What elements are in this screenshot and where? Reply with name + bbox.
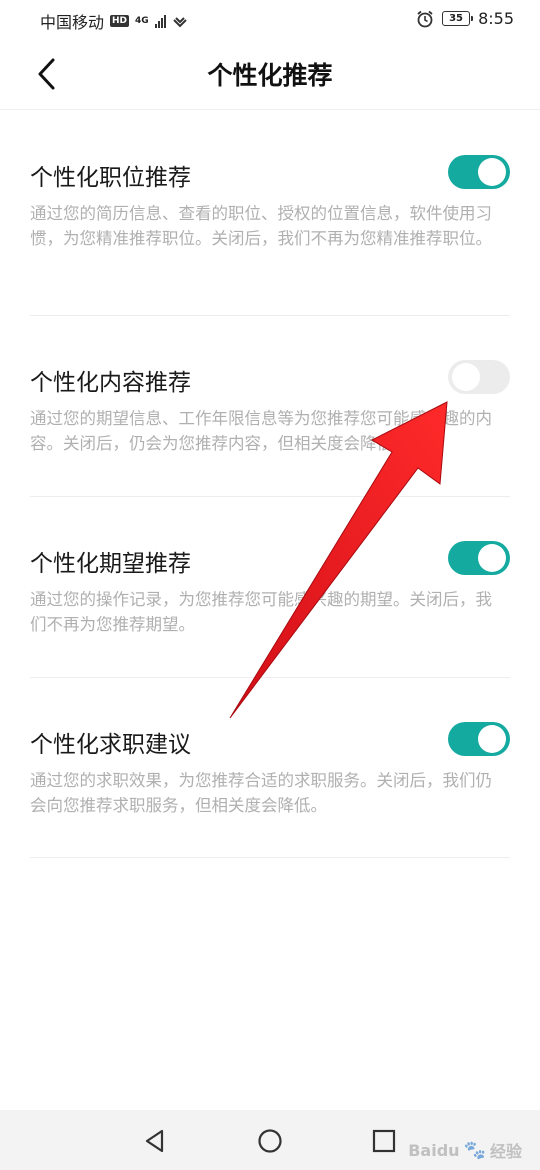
toggle-knob [478, 544, 506, 572]
divider [30, 857, 510, 858]
system-recents-button[interactable] [370, 1127, 398, 1155]
setting-job-recommendation: 个性化职位推荐 通过您的简历信息、查看的职位、授权的位置信息，软件使用习惯，为您… [30, 155, 510, 285]
setting-description: 通过您的期望信息、工作年限信息等为您推荐您可能感兴趣的内容。关闭后，仍会为您推荐… [30, 409, 492, 453]
job-recommendation-toggle[interactable] [448, 155, 510, 189]
setting-content-recommendation: 个性化内容推荐 通过您的期望信息、工作年限信息等为您推荐您可能感兴趣的内容。关闭… [30, 360, 510, 470]
divider [30, 315, 510, 316]
network-type: 4G [135, 15, 149, 26]
setting-expectation-recommendation: 个性化期望推荐 通过您的操作记录，为您推荐您可能感兴趣的期望。关闭后，我们不再为… [30, 541, 510, 651]
page-title: 个性化推荐 [207, 61, 333, 90]
status-bar: 中国移动 HD 4G 35 8:55 [0, 0, 540, 38]
watermark-suffix: 经验 [489, 1142, 522, 1161]
setting-title: 个性化职位推荐 [30, 165, 191, 191]
wifi-icon [172, 17, 187, 28]
system-home-button[interactable] [256, 1127, 284, 1155]
system-navigation-bar: Baidu 🐾 经验 [0, 1110, 540, 1170]
watermark-brand: Baidu [408, 1140, 460, 1160]
content-recommendation-toggle[interactable] [448, 360, 510, 394]
square-recents-icon [372, 1129, 396, 1153]
hd-icon: HD [110, 15, 130, 27]
clock: 8:55 [478, 9, 514, 28]
setting-description: 通过您的操作记录，为您推荐您可能感兴趣的期望。关闭后，我们不再为您推荐期望。 [30, 590, 492, 634]
carrier-name: 中国移动 [40, 13, 105, 32]
header-divider [0, 109, 540, 110]
setting-title: 个性化内容推荐 [30, 370, 191, 396]
setting-title: 个性化期望推荐 [30, 551, 191, 577]
divider [30, 677, 510, 678]
toggle-knob [478, 725, 506, 753]
setting-title: 个性化求职建议 [30, 732, 191, 758]
job-advice-toggle[interactable] [448, 722, 510, 756]
status-left: 中国移动 HD 4G [40, 9, 188, 33]
setting-job-advice: 个性化求职建议 通过您的求职效果，为您推荐合适的求职服务。关闭后，我们仍会向您推… [30, 722, 510, 832]
alarm-icon [417, 10, 433, 27]
system-back-button[interactable] [141, 1127, 169, 1155]
triangle-back-icon [145, 1129, 164, 1153]
battery-icon: 35 [442, 11, 474, 26]
status-right: 35 8:55 [416, 9, 514, 28]
toggle-knob [452, 363, 480, 391]
circle-home-icon [258, 1129, 282, 1153]
setting-description: 通过您的求职效果，为您推荐合适的求职服务。关闭后，我们仍会向您推荐求职服务，但相… [30, 771, 492, 815]
toggle-knob [478, 158, 506, 186]
paw-icon: 🐾 [463, 1139, 486, 1161]
divider [30, 496, 510, 497]
setting-description: 通过您的简历信息、查看的职位、授权的位置信息，软件使用习惯，为您精准推荐职位。关… [30, 204, 492, 248]
expectation-recommendation-toggle[interactable] [448, 541, 510, 575]
header: 个性化推荐 [0, 38, 540, 110]
signal-icon [154, 14, 166, 28]
baidu-watermark: Baidu 🐾 经验 [408, 1138, 522, 1162]
